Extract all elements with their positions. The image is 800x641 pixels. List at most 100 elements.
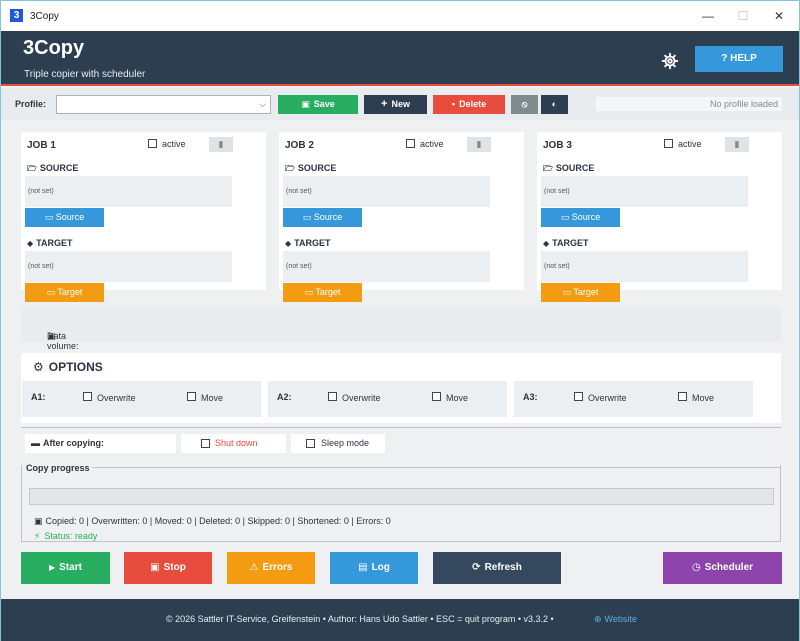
target-label: ◆ TARGET — [27, 238, 73, 248]
active-label: active — [162, 139, 186, 149]
scheduler-button[interactable]: ◷ Scheduler — [663, 552, 782, 584]
shutdown-option[interactable]: Shut down — [181, 434, 286, 453]
target-button[interactable]: ▭ Target — [541, 283, 620, 302]
shutdown-checkbox[interactable] — [201, 439, 210, 448]
target-button[interactable]: ▭ Target — [283, 283, 362, 302]
move-checkbox[interactable] — [678, 392, 687, 401]
folder-icon: ▭ — [562, 287, 574, 297]
book-icon: ▮ — [476, 139, 482, 149]
after-copying-text: After copying: — [43, 438, 105, 448]
target-path: (not set) — [541, 251, 748, 282]
move-checkbox[interactable] — [187, 392, 196, 401]
source-label: 🗁 SOURCE — [543, 163, 594, 177]
overwrite-checkbox[interactable] — [83, 392, 92, 401]
drive-icon: ◆ — [285, 239, 292, 248]
start-button[interactable]: ▶ Start — [21, 552, 110, 584]
target-label: ◆ TARGET — [285, 238, 331, 248]
target-button-label: Target — [57, 287, 83, 297]
source-button-label: Source — [313, 212, 343, 222]
active-checkbox[interactable] — [148, 139, 157, 148]
book-icon: ▮ — [734, 139, 740, 149]
monitor-icon: ▬ — [31, 438, 40, 448]
source-button-label: Source — [55, 212, 85, 222]
folder-open-icon: 🗁 — [285, 164, 295, 173]
close-button[interactable]: ✕ — [769, 7, 789, 25]
trash-icon: ▪ — [451, 99, 456, 109]
target-button-label: Target — [315, 287, 341, 297]
website-link[interactable]: ⊕ Website — [594, 614, 637, 625]
save-button[interactable]: ▣ Save — [278, 95, 358, 114]
progress-legend: Copy progress — [26, 463, 92, 473]
stop-button[interactable]: ▣ Stop — [124, 552, 212, 584]
target-path: (not set) — [25, 251, 232, 282]
copy-progress-group: Copy progress ▣ Copied: 0 | Overwritten: … — [21, 463, 781, 542]
folder-icon: ▭ — [304, 287, 316, 297]
clock-icon: ◷ — [691, 562, 701, 573]
refresh-icon: ⟳ — [472, 562, 481, 573]
option-group-a1: A1: Overwrite Move — [22, 381, 261, 417]
source-button[interactable]: ▭ Source — [541, 208, 620, 227]
minimize-button[interactable]: — — [698, 7, 718, 25]
job-info-button[interactable]: ▮ — [467, 137, 491, 152]
scheduler-label: Scheduler — [704, 562, 754, 573]
shutdown-label: Shut down — [215, 438, 258, 448]
sleep-option[interactable]: Sleep mode — [291, 434, 385, 453]
job-info-button[interactable]: ▮ — [209, 137, 233, 152]
app-header: 3Copy Triple copier with scheduler ? HEL… — [1, 31, 799, 86]
database-icon: ▣ — [34, 516, 43, 526]
status-row: ⚡ Status: ready — [34, 531, 97, 542]
gear-icon[interactable] — [661, 52, 679, 70]
job-info-button[interactable]: ▮ — [725, 137, 749, 152]
options-title-text: OPTIONS — [48, 360, 103, 374]
new-label: New — [391, 99, 410, 109]
app-icon: 3 — [10, 9, 23, 22]
theme-toggle-button[interactable]: ◐ — [541, 95, 568, 114]
progress-bar — [29, 488, 774, 505]
target-button[interactable]: ▭ Target — [25, 283, 104, 302]
folder-icon: ▭ — [44, 212, 56, 222]
source-label-text: SOURCE — [297, 163, 337, 173]
job-panel-1: JOB 1 active ▮ 🗁 SOURCE (not set) ▭ Sourc… — [21, 132, 266, 302]
errors-button[interactable]: ⚠ Errors — [227, 552, 315, 584]
folder-icon: ▭ — [560, 212, 572, 222]
active-checkbox[interactable] — [406, 139, 415, 148]
source-path: (not set) — [541, 176, 748, 207]
target-label-text: TARGET — [294, 238, 331, 248]
start-label: Start — [59, 562, 82, 573]
overwrite-checkbox[interactable] — [574, 392, 583, 401]
source-button[interactable]: ▭ Source — [25, 208, 104, 227]
footer-text: © 2026 Sattler IT-Service, Greifenstein … — [166, 614, 554, 624]
source-button-label: Source — [571, 212, 601, 222]
app-subtitle: Triple copier with scheduler — [24, 69, 146, 80]
delete-button[interactable]: ▪ Delete — [433, 95, 505, 114]
active-label: active — [678, 139, 702, 149]
footer: © 2026 Sattler IT-Service, Greifenstein … — [1, 599, 799, 641]
sleep-checkbox[interactable] — [306, 439, 315, 448]
active-checkbox[interactable] — [664, 139, 673, 148]
window-title: 3Copy — [30, 11, 59, 22]
gear-icon: ⚙ — [33, 360, 44, 374]
move-label: Move — [692, 393, 715, 403]
source-button[interactable]: ▭ Source — [283, 208, 362, 227]
clear-profile-button[interactable]: ⦸ — [511, 95, 538, 114]
new-button[interactable]: + New — [364, 95, 427, 114]
data-volume-bar: ▣Data volume: no active jobs — [21, 307, 781, 381]
stop-label: Stop — [163, 562, 186, 573]
overwrite-label: Overwrite — [342, 393, 381, 403]
globe-icon: ⊕ — [594, 614, 602, 624]
after-copying-label: ▬ After copying: — [25, 434, 176, 453]
sleep-label: Sleep mode — [321, 438, 370, 448]
help-button[interactable]: ? HELP — [695, 46, 783, 72]
profile-select[interactable]: ⌵ — [56, 95, 271, 114]
folder-open-icon: 🗁 — [27, 164, 37, 173]
move-checkbox[interactable] — [432, 392, 441, 401]
source-path: (not set) — [25, 176, 232, 207]
ban-icon: ⦸ — [521, 99, 528, 109]
stop-icon: ▣ — [150, 562, 160, 573]
profile-status: No profile loaded — [596, 97, 782, 111]
job-panel-3: JOB 3 active ▮ 🗁 SOURCE (not set) ▭ Sourc… — [537, 132, 782, 302]
maximize-button[interactable]: ☐ — [733, 7, 753, 25]
overwrite-checkbox[interactable] — [328, 392, 337, 401]
log-button[interactable]: ▤ Log — [330, 552, 418, 584]
refresh-button[interactable]: ⟳ Refresh — [433, 552, 561, 584]
